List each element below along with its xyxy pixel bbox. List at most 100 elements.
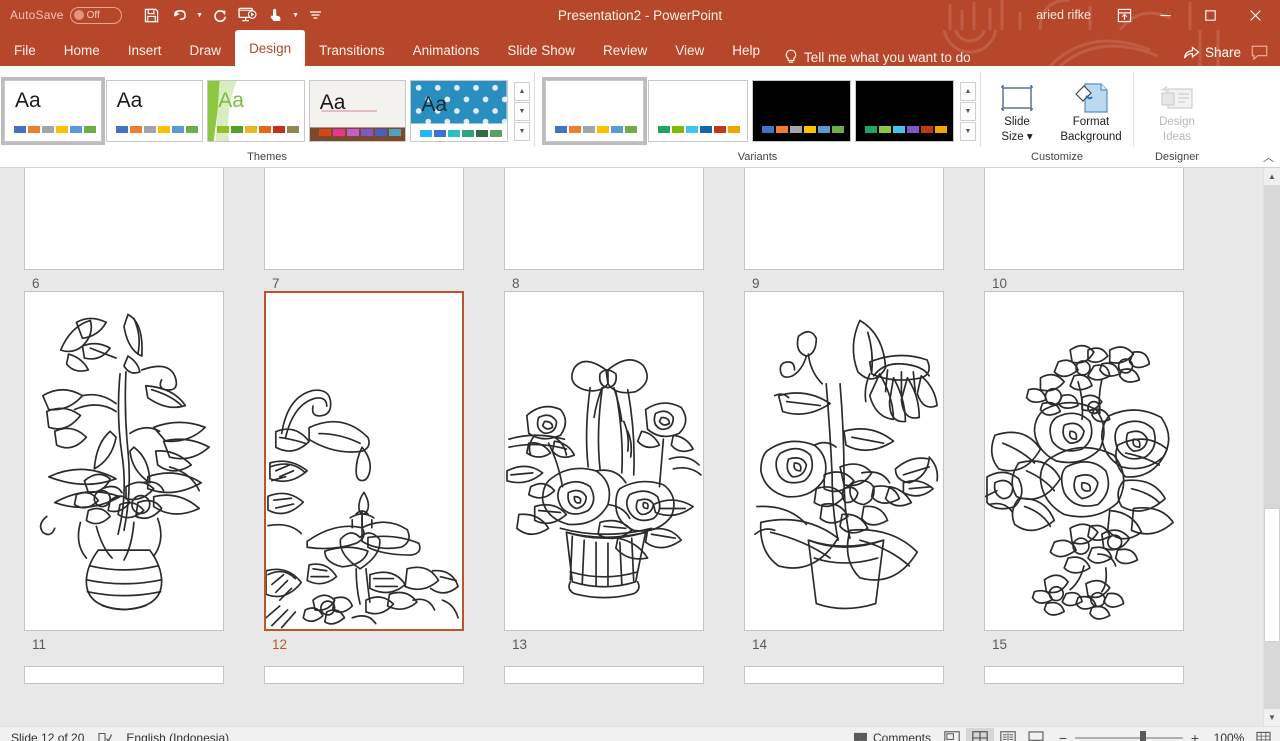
slide-cell-13[interactable]: 13 <box>504 291 744 652</box>
ribbon-display-options-icon[interactable] <box>1105 1 1143 29</box>
slide-thumbnail-18[interactable] <box>504 666 704 684</box>
tab-draw[interactable]: Draw <box>176 34 236 66</box>
variant-option-1[interactable] <box>545 80 644 142</box>
maximize-button[interactable] <box>1188 0 1233 30</box>
slide-thumbnail-13[interactable] <box>504 291 704 631</box>
view-slide-show-button[interactable] <box>1022 728 1050 741</box>
slide-thumbnail-17[interactable] <box>264 666 464 684</box>
theme-option-2[interactable]: Aa <box>106 80 204 142</box>
view-normal-button[interactable] <box>938 728 966 741</box>
slide-thumbnail-11[interactable] <box>24 291 224 631</box>
touch-mode-dropdown-icon[interactable]: ▼ <box>290 2 302 28</box>
design-ideas-label-1: Design <box>1159 116 1195 129</box>
slide-thumbnail-10[interactable] <box>984 168 1184 270</box>
slide-cell-11[interactable]: 11 <box>24 291 264 652</box>
customize-qat-icon[interactable] <box>302 2 330 28</box>
comments-button[interactable]: Comments <box>846 727 938 741</box>
start-from-beginning-icon[interactable] <box>234 2 262 28</box>
themes-more-button[interactable]: ▼ <box>514 122 530 141</box>
vertical-scrollbar[interactable]: ▲ ▼ <box>1263 168 1280 726</box>
zoom-thumb[interactable] <box>1140 731 1146 741</box>
slide-cell-19[interactable] <box>744 666 984 684</box>
tab-transitions[interactable]: Transitions <box>305 34 399 66</box>
slide-cell-17[interactable] <box>264 666 504 684</box>
slide-cell-15[interactable]: 15 <box>984 291 1224 652</box>
tell-me-search[interactable]: Tell me what you want to do <box>784 49 971 66</box>
touch-mode-icon[interactable] <box>262 2 290 28</box>
scroll-down-arrow-icon[interactable]: ▼ <box>1264 709 1280 726</box>
view-slide-sorter-button[interactable] <box>966 728 994 741</box>
theme-option-1[interactable]: Aa <box>4 80 102 142</box>
slide-cell-18[interactable] <box>504 666 744 684</box>
comments-icon[interactable] <box>1247 45 1272 60</box>
minimize-button[interactable] <box>1143 0 1188 30</box>
collapse-ribbon-button[interactable]: ︿ <box>1263 149 1274 165</box>
slide-thumbnail-7[interactable] <box>264 168 464 270</box>
slide-cell-14[interactable]: 14 <box>744 291 984 652</box>
zoom-track[interactable] <box>1075 737 1183 739</box>
tab-slide-show[interactable]: Slide Show <box>493 34 589 66</box>
zoom-out-button[interactable]: − <box>1058 731 1068 741</box>
variant-option-4[interactable] <box>855 80 954 142</box>
close-button[interactable] <box>1233 0 1278 30</box>
slide-cell-9[interactable]: 9 <box>744 168 984 291</box>
variant-option-3[interactable] <box>752 80 851 142</box>
slide-thumbnail-9[interactable] <box>744 168 944 270</box>
slide-counter[interactable]: Slide 12 of 20 <box>4 727 91 741</box>
slide-thumbnail-19[interactable] <box>744 666 944 684</box>
design-ideas-label-2: Ideas <box>1163 131 1191 144</box>
tab-home[interactable]: Home <box>50 34 114 66</box>
variants-scroll-up-button[interactable]: ▲ <box>960 82 976 101</box>
slide-thumbnail-15[interactable] <box>984 291 1184 631</box>
tab-review[interactable]: Review <box>589 34 661 66</box>
variants-scroll-down-button[interactable]: ▼ <box>960 102 976 121</box>
slide-cell-7[interactable]: 7 <box>264 168 504 291</box>
format-background-button[interactable]: Format Background <box>1054 74 1128 148</box>
slide-thumbnail-6[interactable] <box>24 168 224 270</box>
zoom-level-label[interactable]: 100% <box>1208 731 1250 741</box>
spell-check-status[interactable] <box>91 727 119 741</box>
slide-cell-12[interactable]: 12 <box>264 291 504 652</box>
fit-to-window-button[interactable] <box>1250 728 1276 741</box>
autosave-toggle[interactable]: Off <box>70 7 122 24</box>
language-status[interactable]: English (Indonesia) <box>119 727 236 741</box>
tab-file[interactable]: File <box>0 34 50 66</box>
slide-cell-20[interactable] <box>984 666 1224 684</box>
lightbulb-icon <box>784 49 798 66</box>
tab-insert[interactable]: Insert <box>114 34 176 66</box>
zoom-slider[interactable]: − + <box>1050 731 1208 741</box>
slide-size-button[interactable]: Slide Size ▾ <box>986 74 1048 148</box>
undo-dropdown-icon[interactable]: ▼ <box>194 2 206 28</box>
tab-design[interactable]: Design <box>235 30 305 66</box>
variant-option-2[interactable] <box>648 80 747 142</box>
zoom-in-button[interactable]: + <box>1190 731 1200 741</box>
theme-option-3[interactable]: Aa <box>207 80 305 142</box>
theme-option-5[interactable]: Aa <box>410 80 508 142</box>
slide-cell-6[interactable]: 6 <box>24 168 264 291</box>
ribbon-group-themes: Aa Aa Aa <box>0 66 534 167</box>
share-button[interactable]: Share <box>1183 45 1241 60</box>
themes-scroll-up-button[interactable]: ▲ <box>514 82 530 101</box>
slide-thumbnail-8[interactable] <box>504 168 704 270</box>
theme-option-4[interactable]: Aa <box>309 80 407 142</box>
slide-thumbnail-16[interactable] <box>24 666 224 684</box>
slide-thumbnail-12[interactable] <box>264 291 464 631</box>
tab-view[interactable]: View <box>661 34 718 66</box>
undo-icon[interactable] <box>166 2 194 28</box>
redo-icon[interactable] <box>206 2 234 28</box>
themes-scroll-down-button[interactable]: ▼ <box>514 102 530 121</box>
view-reading-button[interactable] <box>994 728 1022 741</box>
variants-more-button[interactable]: ▼ <box>960 122 976 141</box>
slide-number-14: 14 <box>744 631 984 652</box>
design-ideas-button[interactable]: Design Ideas <box>1144 74 1210 148</box>
save-icon[interactable] <box>138 2 166 28</box>
slide-thumbnail-14[interactable] <box>744 291 944 631</box>
scrollbar-thumb[interactable] <box>1264 508 1280 642</box>
slide-cell-8[interactable]: 8 <box>504 168 744 291</box>
tab-help[interactable]: Help <box>718 34 774 66</box>
slide-cell-16[interactable] <box>24 666 264 684</box>
scroll-up-arrow-icon[interactable]: ▲ <box>1264 168 1280 185</box>
tab-animations[interactable]: Animations <box>399 34 494 66</box>
slide-cell-10[interactable]: 10 <box>984 168 1224 291</box>
slide-thumbnail-20[interactable] <box>984 666 1184 684</box>
